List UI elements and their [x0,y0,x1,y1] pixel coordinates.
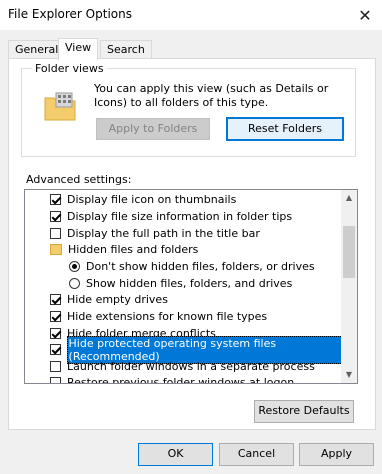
scroll-up-icon[interactable]: ▲ [341,190,357,206]
scroll-down-icon[interactable]: ▼ [341,367,357,383]
list-item[interactable]: Launch folder windows in a separate proc… [25,358,315,375]
checkbox[interactable] [50,194,61,205]
list-item-label: Display file size information in folder … [67,210,293,223]
window-title: File Explorer Options [8,7,132,21]
list-item[interactable]: Restore previous folder windows at logon [25,374,295,384]
list-item-label: Restore previous folder windows at logon [67,376,295,384]
apply-to-folders-button[interactable]: Apply to Folders [96,118,210,140]
checkbox[interactable] [50,294,61,305]
checkbox[interactable] [50,228,61,239]
title-bar: File Explorer Options ✕ [0,0,382,30]
checkbox[interactable] [50,328,61,339]
list-item-selected[interactable]: Hide protected operating system files (R… [25,335,357,364]
list-item-label: Don't show hidden files, folders, or dri… [86,260,315,273]
close-button[interactable]: ✕ [348,0,382,30]
list-item-label: Display the full path in the title bar [67,227,260,240]
folder-views-description: You can apply this view (such as Details… [94,82,329,109]
folder-views-title: Folder views [32,62,107,75]
tab-view[interactable]: View [58,38,99,60]
list-item-label: Display file icon on thumbnails [67,193,237,206]
apply-button[interactable]: Apply [299,443,374,466]
list-item[interactable]: Hide extensions for known file types [25,308,267,325]
checkbox[interactable] [50,361,61,372]
reset-folders-button[interactable]: Reset Folders [226,117,344,141]
restore-defaults-button[interactable]: Restore Defaults [254,400,354,423]
scrollbar-thumb[interactable] [343,226,355,278]
list-item[interactable]: Display file size information in folder … [25,208,292,225]
checkbox[interactable] [50,377,61,383]
checkbox[interactable] [50,344,61,355]
folder-icon [50,244,62,255]
ok-button[interactable]: OK [138,443,213,466]
list-item-label: Show hidden files, folders, and drives [86,277,293,290]
list-item[interactable]: Hide empty drives [25,291,168,308]
list-item[interactable]: Don't show hidden files, folders, or dri… [25,258,315,275]
list-item-label: Launch folder windows in a separate proc… [67,360,315,373]
checkbox[interactable] [50,311,61,322]
list-item-label: Hidden files and folders [68,243,199,256]
tab-search[interactable]: Search [100,40,152,59]
list-item-label: Hide empty drives [67,293,168,306]
advanced-settings-list[interactable]: Display file icon on thumbnails Display … [24,189,358,384]
radio-button[interactable] [69,261,80,272]
vertical-scrollbar[interactable]: ▲ ▼ [341,190,357,383]
folder-views-icon [44,92,76,121]
tab-general[interactable]: General [8,40,66,59]
list-item[interactable]: Display the full path in the title bar [25,225,260,242]
list-item: Hidden files and folders [25,241,198,258]
checkbox[interactable] [50,211,61,222]
advanced-settings-label: Advanced settings: [26,173,132,186]
cancel-button[interactable]: Cancel [219,443,294,466]
list-item[interactable]: Show hidden files, folders, and drives [25,275,292,292]
list-item[interactable]: Display file icon on thumbnails [25,191,236,208]
close-icon: ✕ [358,5,372,25]
list-item-label: Hide extensions for known file types [67,310,268,323]
radio-button[interactable] [69,278,80,289]
